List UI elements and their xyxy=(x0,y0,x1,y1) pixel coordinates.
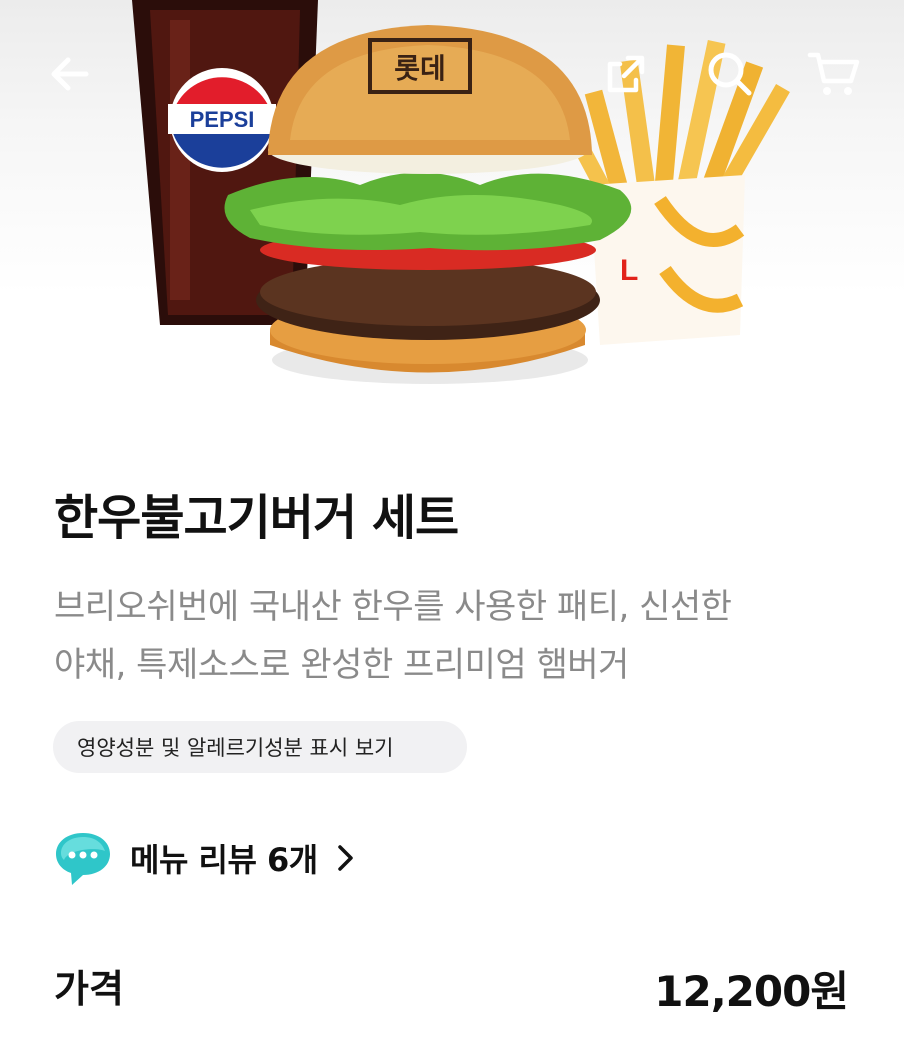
price-label: 가격 xyxy=(54,967,124,1011)
back-button[interactable] xyxy=(38,42,102,106)
chevron-right-icon xyxy=(336,843,356,873)
description-line-1: 브리오쉬번에 국내산 한우를 사용한 패티, 신선한 xyxy=(54,587,732,627)
cart-button[interactable] xyxy=(802,42,866,106)
search-icon xyxy=(708,52,752,96)
speech-bubble-icon xyxy=(56,833,110,885)
share-button[interactable] xyxy=(594,42,658,106)
nutrition-allergen-label: 영양성분 및 알레르기성분 표시 보기 xyxy=(77,736,394,760)
menu-review-label: 메뉴 리뷰 6개 xyxy=(130,841,318,879)
share-icon xyxy=(607,55,645,93)
top-navigation-bar xyxy=(0,0,904,150)
cart-icon xyxy=(807,52,860,95)
search-button[interactable] xyxy=(698,42,762,106)
product-description: 브리오쉬번에 국내산 한우를 사용한 패티, 신선한 야채, 특제소스로 완성한… xyxy=(54,578,854,694)
fries-logo: L xyxy=(620,254,638,287)
back-arrow-icon xyxy=(51,57,89,91)
description-line-2: 야채, 특제소스로 완성한 프리미엄 햄버거 xyxy=(54,645,629,685)
product-title: 한우불고기버거 세트 xyxy=(54,490,459,546)
nutrition-allergen-button[interactable]: 영양성분 및 알레르기성분 표시 보기 xyxy=(53,721,467,773)
price-value: 12,200원 xyxy=(654,967,849,1016)
menu-review-link[interactable]: 메뉴 리뷰 6개 xyxy=(52,828,356,888)
